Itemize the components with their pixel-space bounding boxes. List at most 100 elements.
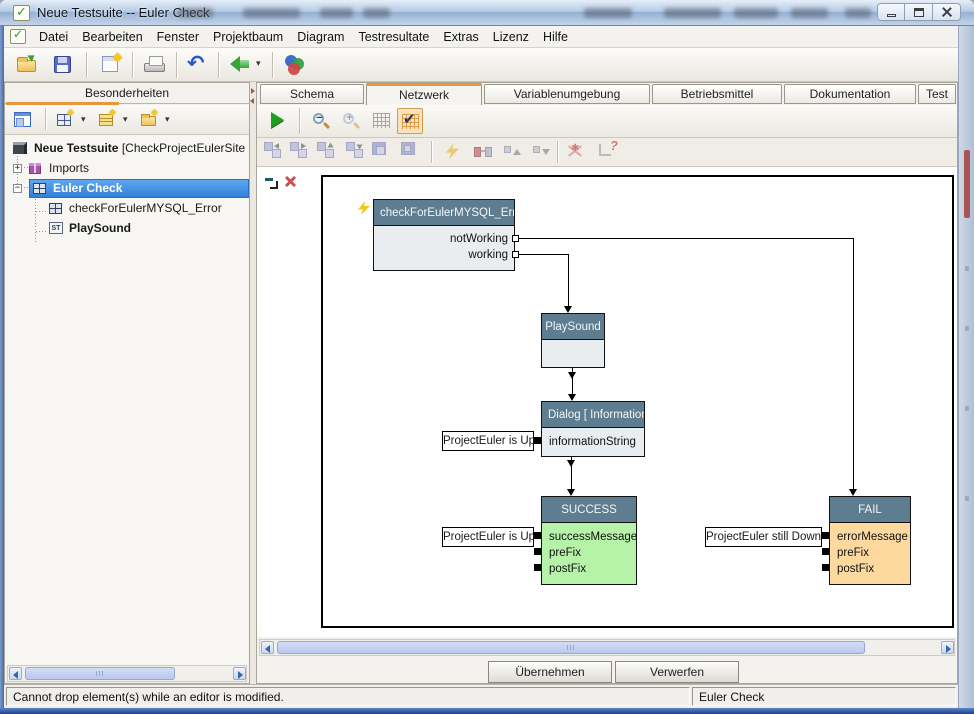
canvas-horizontal-scrollbar[interactable]	[259, 639, 955, 656]
panel-icon	[14, 112, 31, 127]
scroll-right-button[interactable]	[941, 641, 954, 654]
move-up-icon[interactable]	[317, 142, 341, 162]
navigate-back-button[interactable]	[226, 51, 266, 79]
value-label[interactable]: ProjectEuler is Up	[442, 431, 534, 451]
auto-connect-icon[interactable]	[442, 142, 466, 162]
out-port-square[interactable]	[512, 251, 519, 258]
move-left-icon[interactable]	[264, 142, 288, 162]
tree-row-checkforeuler[interactable]: checkForEulerMYSQL_Error	[5, 199, 249, 218]
node-dialog-information[interactable]: Dialog [ Information ] informationString	[541, 401, 645, 457]
node-playsound[interactable]: PlaySound	[541, 313, 605, 368]
tree-horizontal-scrollbar[interactable]	[7, 665, 247, 682]
zoom-out-button[interactable]: −	[307, 107, 337, 135]
maximize-button[interactable]	[905, 3, 933, 21]
scroll-left-button[interactable]	[9, 667, 22, 680]
tab-besonderheiten[interactable]: Besonderheiten	[5, 83, 249, 104]
node-fail[interactable]: FAIL errorMessage preFix postFix	[829, 496, 911, 585]
port-postfix[interactable]: postFix	[542, 561, 636, 577]
port-down-icon[interactable]	[529, 142, 553, 162]
port-informationstring[interactable]: informationString	[542, 434, 644, 450]
new-window-button[interactable]	[96, 51, 126, 79]
tab-test[interactable]: Test	[918, 84, 956, 104]
close-button[interactable]	[933, 3, 961, 21]
menu-projektbaum[interactable]: Projektbaum	[206, 28, 290, 46]
title-bar[interactable]: Neue Testsuite -- Euler Check	[0, 0, 974, 26]
scrollbar-thumb[interactable]	[25, 667, 175, 680]
discard-button[interactable]: Verwerfen	[615, 661, 739, 683]
menu-datei[interactable]: Datei	[32, 28, 75, 46]
grid-node-icon	[49, 203, 62, 214]
node-title: PlaySound	[542, 314, 604, 340]
value-label[interactable]: ProjectEuler still Down	[705, 527, 822, 547]
tab-variablenumgebung[interactable]: Variablenumgebung	[484, 84, 650, 104]
value-label[interactable]: ProjectEuler is Up	[442, 527, 534, 547]
colors-button[interactable]	[280, 51, 310, 79]
port-up-icon[interactable]	[500, 142, 524, 162]
undo-button[interactable]: ↶	[184, 51, 214, 79]
tab-netzwerk[interactable]: Netzwerk	[366, 83, 482, 105]
background-window-artifact	[177, 8, 213, 18]
tree-row-imports[interactable]: + Imports	[5, 159, 249, 178]
scrollbar-thumb[interactable]	[277, 641, 865, 654]
network-canvas[interactable]: checkForEulerMYSQL_Error notWorking work…	[257, 167, 957, 637]
menu-lizenz[interactable]: Lizenz	[486, 28, 536, 46]
move-down-icon[interactable]	[346, 142, 370, 162]
port-prefix[interactable]: preFix	[830, 545, 910, 561]
node-success[interactable]: SUCCESS successMessage preFix postFix	[541, 496, 637, 585]
node-checkforeulermysql-error[interactable]: checkForEulerMYSQL_Error notWorking work…	[373, 199, 515, 271]
port-successmessage[interactable]: successMessage	[542, 529, 636, 545]
tab-schema[interactable]: Schema	[260, 84, 364, 104]
in-port-square[interactable]	[534, 437, 541, 444]
grid-button[interactable]	[367, 107, 397, 135]
in-port-square[interactable]	[534, 548, 541, 555]
port-notworking[interactable]: notWorking	[374, 231, 514, 247]
in-port-square[interactable]	[822, 564, 829, 571]
expand-toggle[interactable]: +	[13, 164, 22, 173]
run-button[interactable]	[263, 107, 293, 135]
print-button[interactable]	[140, 51, 170, 79]
port-prefix[interactable]: preFix	[542, 545, 636, 561]
out-port-square[interactable]	[512, 235, 519, 242]
port-errormessage[interactable]: errorMessage	[830, 529, 910, 545]
in-port-square[interactable]	[822, 532, 829, 539]
move-right-icon[interactable]	[290, 142, 314, 162]
window-frame-bottom	[0, 708, 974, 714]
check-connection-icon[interactable]	[597, 142, 621, 162]
scroll-right-button[interactable]	[233, 667, 246, 680]
in-port-square[interactable]	[822, 548, 829, 555]
scroll-left-button[interactable]	[261, 641, 274, 654]
port-postfix[interactable]: postFix	[830, 561, 910, 577]
fit-view-icon[interactable]	[401, 142, 425, 162]
cut-connection-icon[interactable]	[565, 142, 589, 162]
tab-dokumentation[interactable]: Dokumentation	[784, 84, 916, 104]
menu-diagram[interactable]: Diagram	[290, 28, 351, 46]
tree-row-playsound[interactable]: ST PlaySound	[5, 219, 249, 238]
save-button[interactable]	[48, 51, 78, 79]
add-connector-icon[interactable]	[265, 177, 279, 190]
menu-hilfe[interactable]: Hilfe	[536, 28, 575, 46]
layout-icon[interactable]	[372, 142, 396, 162]
minimize-button[interactable]	[877, 3, 905, 21]
new-package-button[interactable]	[139, 108, 175, 132]
menu-testresultate[interactable]: Testresultate	[351, 28, 436, 46]
collapse-toggle[interactable]: −	[13, 184, 22, 193]
menu-extras[interactable]: Extras	[436, 28, 485, 46]
menu-bearbeiten[interactable]: Bearbeiten	[75, 28, 149, 46]
show-panel-button[interactable]	[11, 108, 37, 132]
zoom-in-button[interactable]: +	[337, 107, 367, 135]
app-window: Neue Testsuite -- Euler Check Datei Bear…	[0, 0, 974, 714]
grid-snap-button[interactable]	[397, 108, 423, 134]
in-port-square[interactable]	[534, 532, 541, 539]
delete-icon[interactable]	[284, 175, 298, 189]
tree-row-root[interactable]: Neue Testsuite [CheckProjectEulerSite	[5, 139, 249, 158]
open-button[interactable]	[12, 51, 42, 79]
new-sequence-button[interactable]	[97, 108, 133, 132]
port-working[interactable]: working	[374, 247, 514, 263]
new-node-button[interactable]	[55, 108, 91, 132]
tab-betriebsmittel[interactable]: Betriebsmittel	[652, 84, 782, 104]
connector-icon[interactable]	[472, 142, 496, 162]
in-port-square[interactable]	[534, 564, 541, 571]
apply-button[interactable]: Übernehmen	[488, 661, 612, 683]
menu-fenster[interactable]: Fenster	[150, 28, 206, 46]
tree-row-euler-check[interactable]: − Euler Check	[5, 179, 249, 198]
